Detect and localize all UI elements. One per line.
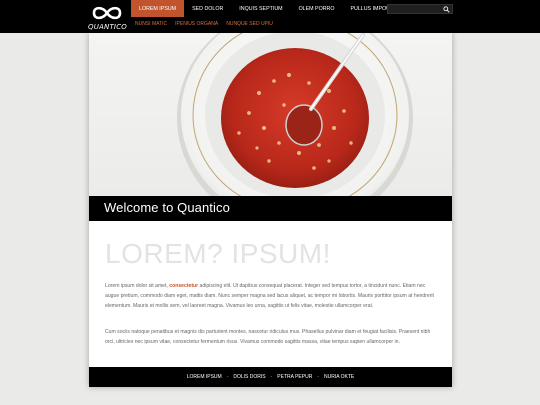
brand-name: QUANTICO [88, 23, 127, 31]
footer-link-nuria-okte[interactable]: NURIA OKTE [324, 374, 354, 380]
consectetur-link[interactable]: consectetur [169, 283, 198, 289]
soup-bowl-image [177, 33, 413, 196]
body-paragraph-2: Cum sociis natoque penatibus et magnis d… [105, 329, 431, 345]
subnav-item-nunsi-matic[interactable]: NUNSI MATIC [131, 19, 171, 29]
subnav-item-nunque-sed-upiu[interactable]: NUNQUE SED UPIU [222, 19, 277, 29]
footer-link-dolis-doris[interactable]: DOLIS DORIS [233, 374, 265, 380]
infinity-icon [92, 6, 122, 20]
footer-link-lorem-ipsum[interactable]: LOREM IPSUM [187, 374, 222, 380]
nav-item-sed-dolor[interactable]: SED DOLOR [184, 0, 231, 17]
page-headline: LOREM? IPSUM! [105, 238, 331, 269]
footer-separator: - [317, 374, 319, 380]
search-input[interactable] [388, 13, 442, 21]
welcome-title: Welcome to Quantico [104, 200, 230, 215]
body-paragraph-1: Lorem ipsum dolor sit amet, consectetur … [105, 281, 438, 311]
nav-item-lorem-ipsum[interactable]: LOREM IPSUM [131, 0, 185, 17]
nav-item-inquis-septium[interactable]: INQUIS SEPTIUM [231, 0, 290, 17]
main-nav: LOREM IPSUM SED DOLOR INQUIS SEPTIUM OLE… [131, 0, 401, 17]
content-page: Welcome to Quantico LOREM? IPSUM! Lorem … [89, 33, 452, 387]
footer-nav: LOREM IPSUM - DOLIS DORIS - PETRA PEPUR … [89, 367, 452, 387]
search-box [387, 4, 453, 21]
sub-nav: NUNSI MATIC IPENIUS ORGANA NUNQUE SED UP… [131, 19, 277, 29]
top-bar: QUANTICO LOREM IPSUM SED DOLOR INQUIS SE… [0, 0, 540, 33]
footer-separator: - [226, 374, 229, 380]
logo[interactable]: QUANTICO [88, 3, 127, 31]
footer-separator: - [270, 374, 273, 380]
search-icon[interactable] [443, 6, 450, 13]
hero-image [89, 33, 452, 196]
footer-link-petra-pepur[interactable]: PETRA PEPUR [277, 374, 312, 380]
subnav-item-ipenius-organa[interactable]: IPENIUS ORGANA [171, 19, 222, 29]
welcome-banner: Welcome to Quantico [89, 196, 452, 221]
nav-item-olem-porro[interactable]: OLEM PORRO [291, 0, 343, 17]
para1-text-start: Lorem ipsum dolor sit amet, [105, 283, 170, 289]
